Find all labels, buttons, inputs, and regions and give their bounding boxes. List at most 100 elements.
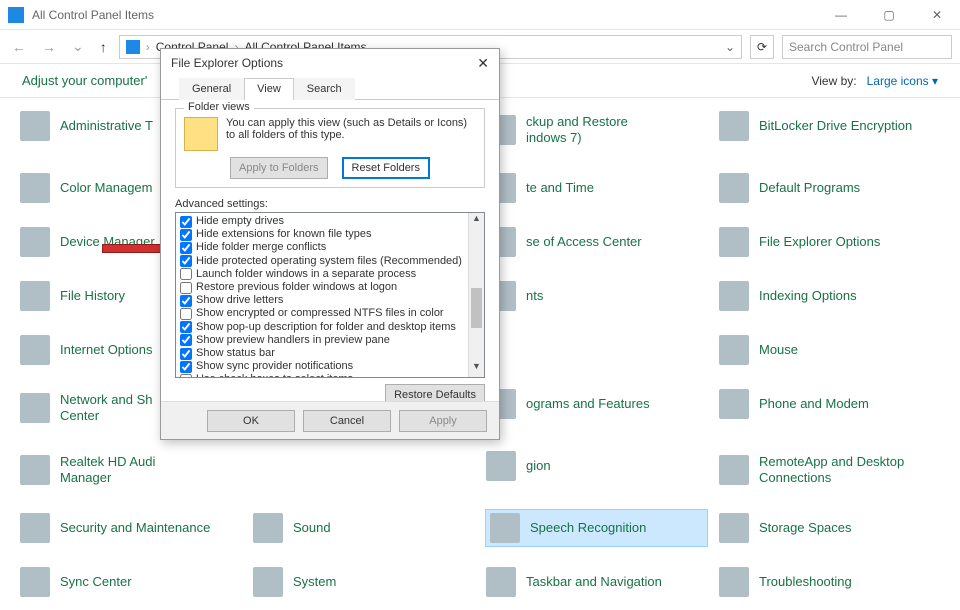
item-icon <box>20 455 50 485</box>
control-panel-item[interactable]: Speech Recognition <box>486 510 707 546</box>
item-icon <box>719 281 749 311</box>
control-panel-item[interactable]: Taskbar and Navigation <box>486 564 707 600</box>
advanced-checkbox[interactable] <box>180 321 192 333</box>
scroll-thumb[interactable] <box>471 288 482 328</box>
control-panel-item[interactable]: Default Programs <box>719 170 940 206</box>
control-panel-item <box>486 332 707 368</box>
advanced-checkbox[interactable] <box>180 334 192 346</box>
apply-button[interactable]: Apply <box>399 410 487 432</box>
advanced-checkbox[interactable] <box>180 361 192 373</box>
item-label: File Explorer Options <box>759 234 880 250</box>
advanced-option[interactable]: Restore previous folder windows at logon <box>180 281 464 294</box>
advanced-settings-label: Advanced settings: <box>175 198 485 210</box>
window-title: All Control Panel Items <box>32 8 154 22</box>
ok-button[interactable]: OK <box>207 410 295 432</box>
item-label: Administrative T <box>60 118 153 134</box>
advanced-option[interactable]: Hide folder merge conflicts <box>180 241 464 254</box>
advanced-option-label: Show sync provider notifications <box>196 360 353 373</box>
advanced-scrollbar[interactable]: ▲ ▼ <box>468 213 484 377</box>
advanced-checkbox[interactable] <box>180 282 192 294</box>
advanced-option[interactable]: Show pop-up description for folder and d… <box>180 321 464 334</box>
advanced-option[interactable]: Show status bar <box>180 347 464 360</box>
apply-to-folders-button[interactable]: Apply to Folders <box>230 157 327 179</box>
item-label: ckup and Restoreindows 7) <box>526 114 628 145</box>
item-label: Indexing Options <box>759 288 857 304</box>
advanced-option[interactable]: Hide empty drives <box>180 215 464 228</box>
advanced-option-label: Show pop-up description for folder and d… <box>196 321 456 334</box>
advanced-checkbox[interactable] <box>180 255 192 267</box>
control-panel-item[interactable]: te and Time <box>486 170 707 206</box>
item-label: Security and Maintenance <box>60 520 210 536</box>
control-panel-item[interactable]: Realtek HD AudiManager <box>20 448 241 492</box>
advanced-option[interactable]: Show encrypted or compressed NTFS files … <box>180 307 464 320</box>
control-panel-item[interactable]: Storage Spaces <box>719 510 940 546</box>
scroll-down-icon[interactable]: ▼ <box>469 361 484 377</box>
cancel-button[interactable]: Cancel <box>303 410 391 432</box>
control-panel-item[interactable]: Troubleshooting <box>719 564 940 600</box>
control-panel-item[interactable]: Indexing Options <box>719 278 940 314</box>
advanced-option[interactable]: Hide extensions for known file types <box>180 228 464 241</box>
close-button[interactable]: ✕ <box>922 8 952 22</box>
item-label: ograms and Features <box>526 396 650 412</box>
address-dropdown-icon[interactable]: ⌄ <box>725 40 735 54</box>
advanced-option[interactable]: Show drive letters <box>180 294 464 307</box>
item-icon <box>719 173 749 203</box>
control-panel-item[interactable]: ckup and Restoreindows 7) <box>486 108 707 152</box>
back-button[interactable]: ← <box>8 39 30 55</box>
control-panel-item[interactable]: Sound <box>253 510 474 546</box>
control-panel-item[interactable]: Sync Center <box>20 564 241 600</box>
advanced-option[interactable]: Hide protected operating system files (R… <box>180 255 464 268</box>
control-panel-item[interactable]: BitLocker Drive Encryption <box>719 108 940 144</box>
advanced-checkbox[interactable] <box>180 308 192 320</box>
item-label: File History <box>60 288 125 304</box>
tab-search[interactable]: Search <box>294 78 355 100</box>
control-panel-item[interactable]: Security and Maintenance <box>20 510 241 546</box>
item-label: Realtek HD AudiManager <box>60 454 155 485</box>
advanced-settings-list[interactable]: Hide empty drivesHide extensions for kno… <box>175 212 485 378</box>
reset-folders-button[interactable]: Reset Folders <box>342 157 430 179</box>
scroll-up-icon[interactable]: ▲ <box>469 213 484 229</box>
control-panel-item[interactable]: RemoteApp and DesktopConnections <box>719 448 940 492</box>
advanced-option[interactable]: Launch folder windows in a separate proc… <box>180 268 464 281</box>
minimize-button[interactable]: — <box>826 8 856 22</box>
item-icon <box>253 567 283 597</box>
forward-button[interactable]: → <box>38 39 60 55</box>
item-icon <box>719 389 749 419</box>
search-input[interactable]: Search Control Panel <box>782 35 952 59</box>
item-icon <box>20 567 50 597</box>
item-label: Network and ShCenter <box>60 392 153 423</box>
up-button[interactable]: ↑ <box>96 39 111 55</box>
control-panel-item[interactable]: nts <box>486 278 707 314</box>
control-panel-item[interactable]: File Explorer Options <box>719 224 940 260</box>
tab-view[interactable]: View <box>244 78 294 100</box>
control-panel-item[interactable]: Phone and Modem <box>719 386 940 422</box>
advanced-checkbox[interactable] <box>180 268 192 280</box>
folder-views-text: You can apply this view (such as Details… <box>226 117 476 151</box>
dialog-close-button[interactable]: ✕ <box>477 55 489 72</box>
item-icon <box>490 513 520 543</box>
refresh-button[interactable]: ⟳ <box>750 35 774 59</box>
item-label: se of Access Center <box>526 234 642 250</box>
control-panel-item[interactable]: se of Access Center <box>486 224 707 260</box>
recent-dropdown[interactable]: ⌄ <box>68 38 88 55</box>
advanced-checkbox[interactable] <box>180 348 192 360</box>
advanced-option[interactable]: Use check boxes to select items <box>180 373 464 377</box>
control-panel-item <box>253 448 474 484</box>
control-panel-icon <box>8 7 24 23</box>
advanced-option[interactable]: Show sync provider notifications <box>180 360 464 373</box>
tab-general[interactable]: General <box>179 78 244 100</box>
restore-defaults-button[interactable]: Restore Defaults <box>385 384 485 401</box>
control-panel-item[interactable]: System <box>253 564 474 600</box>
control-panel-item[interactable]: gion <box>486 448 707 484</box>
advanced-option[interactable]: Show preview handlers in preview pane <box>180 334 464 347</box>
control-panel-item[interactable]: ograms and Features <box>486 386 707 422</box>
item-icon <box>719 111 749 141</box>
advanced-checkbox[interactable] <box>180 216 192 228</box>
control-panel-item[interactable]: Mouse <box>719 332 940 368</box>
advanced-checkbox[interactable] <box>180 374 192 377</box>
maximize-button[interactable]: ▢ <box>874 8 904 22</box>
advanced-checkbox[interactable] <box>180 295 192 307</box>
viewby-dropdown[interactable]: Large icons ▾ <box>867 74 938 88</box>
advanced-checkbox[interactable] <box>180 229 192 241</box>
advanced-checkbox[interactable] <box>180 242 192 254</box>
